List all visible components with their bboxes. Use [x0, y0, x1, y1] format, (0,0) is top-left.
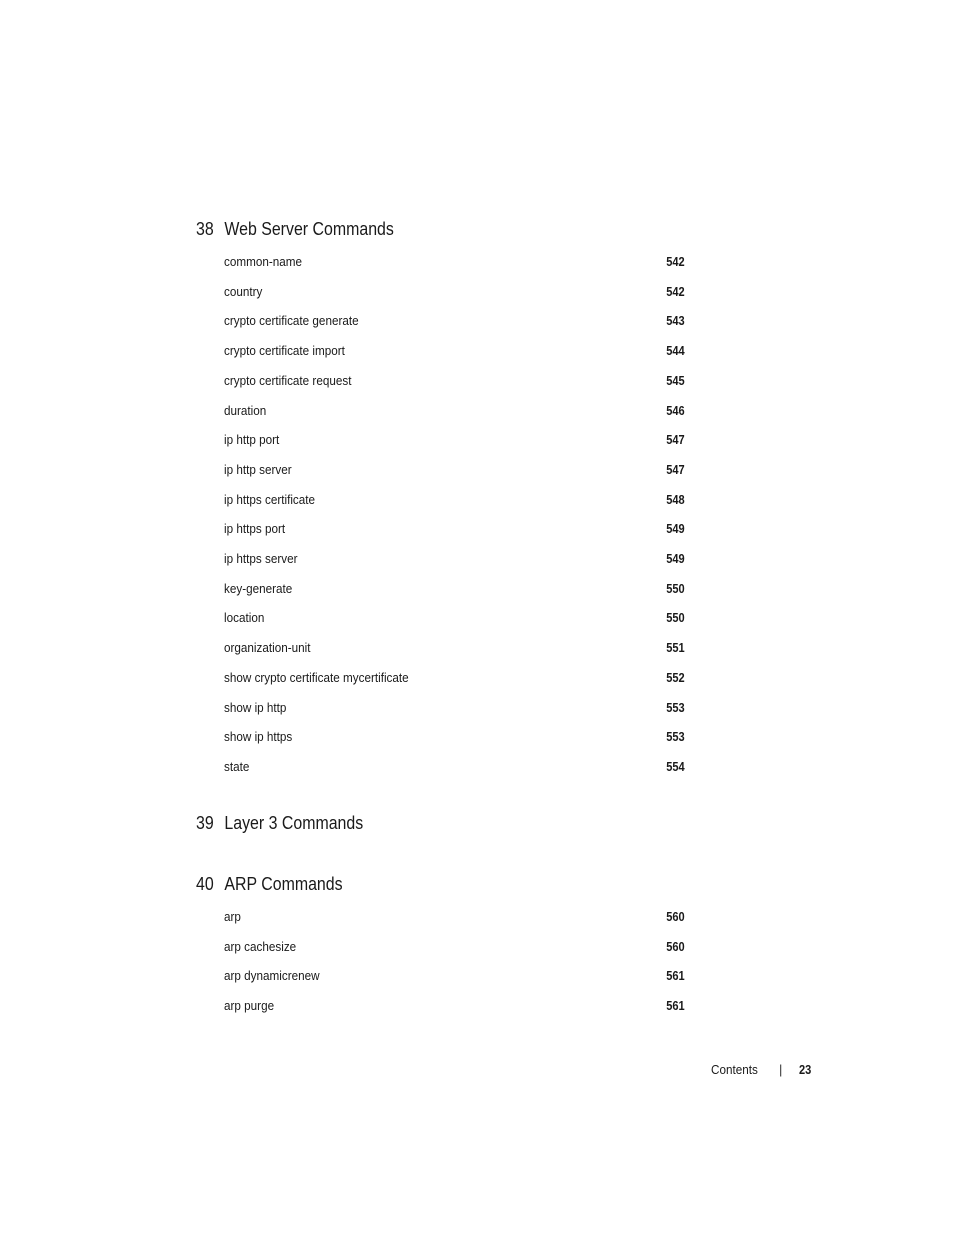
toc-entry-label: country: [224, 283, 263, 299]
chapter-number: 39: [196, 812, 214, 833]
toc-entry-page: 554: [666, 758, 685, 774]
toc-entry[interactable]: ip https certificate 548: [224, 492, 685, 510]
toc-entry-page: 547: [666, 432, 685, 448]
toc-entry[interactable]: ip http server 547: [224, 462, 685, 480]
chapter-heading[interactable]: 38 Web Server Commands: [196, 218, 394, 240]
toc-entry[interactable]: arp purge 561: [224, 998, 685, 1016]
toc-entry[interactable]: key-generate 550: [224, 581, 685, 599]
toc-entry-label: ip https certificate: [224, 491, 316, 507]
toc-entry-page: 561: [666, 968, 685, 984]
toc-entry-page: 543: [666, 313, 685, 329]
toc-entry-page: 542: [666, 283, 685, 299]
toc-entry-page: 544: [666, 343, 685, 359]
toc-entry-label: arp: [224, 909, 241, 924]
toc-entry-label: organization-unit: [224, 640, 311, 656]
toc-entry-label: state: [224, 758, 250, 774]
toc-entry-page: 549: [666, 551, 685, 566]
toc-entry-page: 561: [666, 998, 685, 1014]
toc-entry-page: 550: [666, 610, 685, 626]
toc-entry-label: ip https port: [224, 521, 286, 537]
toc-entry-label: common-name: [224, 254, 303, 269]
toc-entry-page: 560: [666, 938, 685, 954]
toc-entry-page: 560: [666, 909, 685, 924]
toc-entry-label: crypto certificate request: [224, 372, 352, 388]
toc-entry[interactable]: state 554: [224, 759, 685, 777]
toc-entry-page: 551: [666, 640, 685, 656]
toc-entry[interactable]: show ip http 553: [224, 700, 685, 718]
toc-entry[interactable]: show crypto certificate mycertificate 552: [224, 670, 685, 688]
toc-entry-page: 553: [666, 729, 685, 745]
toc-entry[interactable]: arp dynamicrenew 561: [224, 968, 685, 986]
toc-entry-page: 550: [666, 580, 685, 596]
chapter-heading[interactable]: 40 ARP Commands: [196, 873, 343, 895]
toc-entry[interactable]: ip http port 547: [224, 432, 685, 450]
toc-entry-label: arp purge: [224, 998, 275, 1014]
toc-entry[interactable]: country 542: [224, 284, 685, 302]
footer-separator: |: [779, 1062, 783, 1077]
toc-entry[interactable]: organization-unit 551: [224, 640, 685, 658]
toc-entry-page: 542: [666, 254, 685, 269]
toc-entry-page: 547: [666, 461, 685, 477]
toc-entry[interactable]: ip https server 549: [224, 551, 685, 569]
chapter-heading[interactable]: 39 Layer 3 Commands: [196, 812, 363, 834]
toc-entry[interactable]: common-name 542: [224, 254, 685, 272]
toc-entry-page: 545: [666, 372, 685, 388]
footer-label: Contents: [711, 1062, 758, 1077]
toc-entry-label: crypto certificate generate: [224, 313, 359, 329]
toc-entry[interactable]: crypto certificate generate 543: [224, 313, 685, 331]
toc-entry-label: crypto certificate import: [224, 343, 345, 359]
toc-entry-label: ip http server: [224, 461, 292, 477]
footer-page-number: 23: [799, 1062, 812, 1077]
toc-entry-page: 549: [666, 521, 685, 537]
toc-entry-page: 546: [666, 402, 685, 418]
chapter-title: ARP Commands: [224, 873, 343, 894]
toc-entry-label: show ip https: [224, 729, 293, 745]
toc-entry[interactable]: crypto certificate request 545: [224, 373, 685, 391]
toc-entry-label: ip http port: [224, 432, 280, 448]
chapter-title: Layer 3 Commands: [224, 812, 364, 833]
toc-entry-label: location: [224, 610, 265, 626]
toc-entry-page: 553: [666, 699, 685, 715]
toc-entry-label: show crypto certificate mycertificate: [224, 669, 409, 685]
toc-entry[interactable]: show ip https 553: [224, 729, 685, 747]
toc-entry-label: duration: [224, 402, 267, 418]
toc-entry-label: arp dynamicrenew: [224, 968, 320, 984]
toc-entry[interactable]: arp cachesize 560: [224, 939, 685, 957]
chapter-number: 40: [196, 873, 214, 894]
toc-entry-label: key-generate: [224, 580, 293, 596]
toc-entry[interactable]: duration 546: [224, 403, 685, 421]
toc-entry[interactable]: crypto certificate import 544: [224, 343, 685, 361]
toc-entry-label: ip https server: [224, 551, 298, 566]
toc-entry[interactable]: ip https port 549: [224, 521, 685, 539]
chapter-number: 38: [196, 218, 214, 239]
toc-entry-page: 548: [666, 491, 685, 507]
chapter-title: Web Server Commands: [224, 218, 394, 239]
toc-entry[interactable]: arp 560: [224, 909, 685, 927]
toc-entry[interactable]: location 550: [224, 610, 685, 628]
toc-entry-label: show ip http: [224, 699, 287, 715]
toc-entry-label: arp cachesize: [224, 938, 297, 954]
toc-entry-page: 552: [666, 669, 685, 685]
